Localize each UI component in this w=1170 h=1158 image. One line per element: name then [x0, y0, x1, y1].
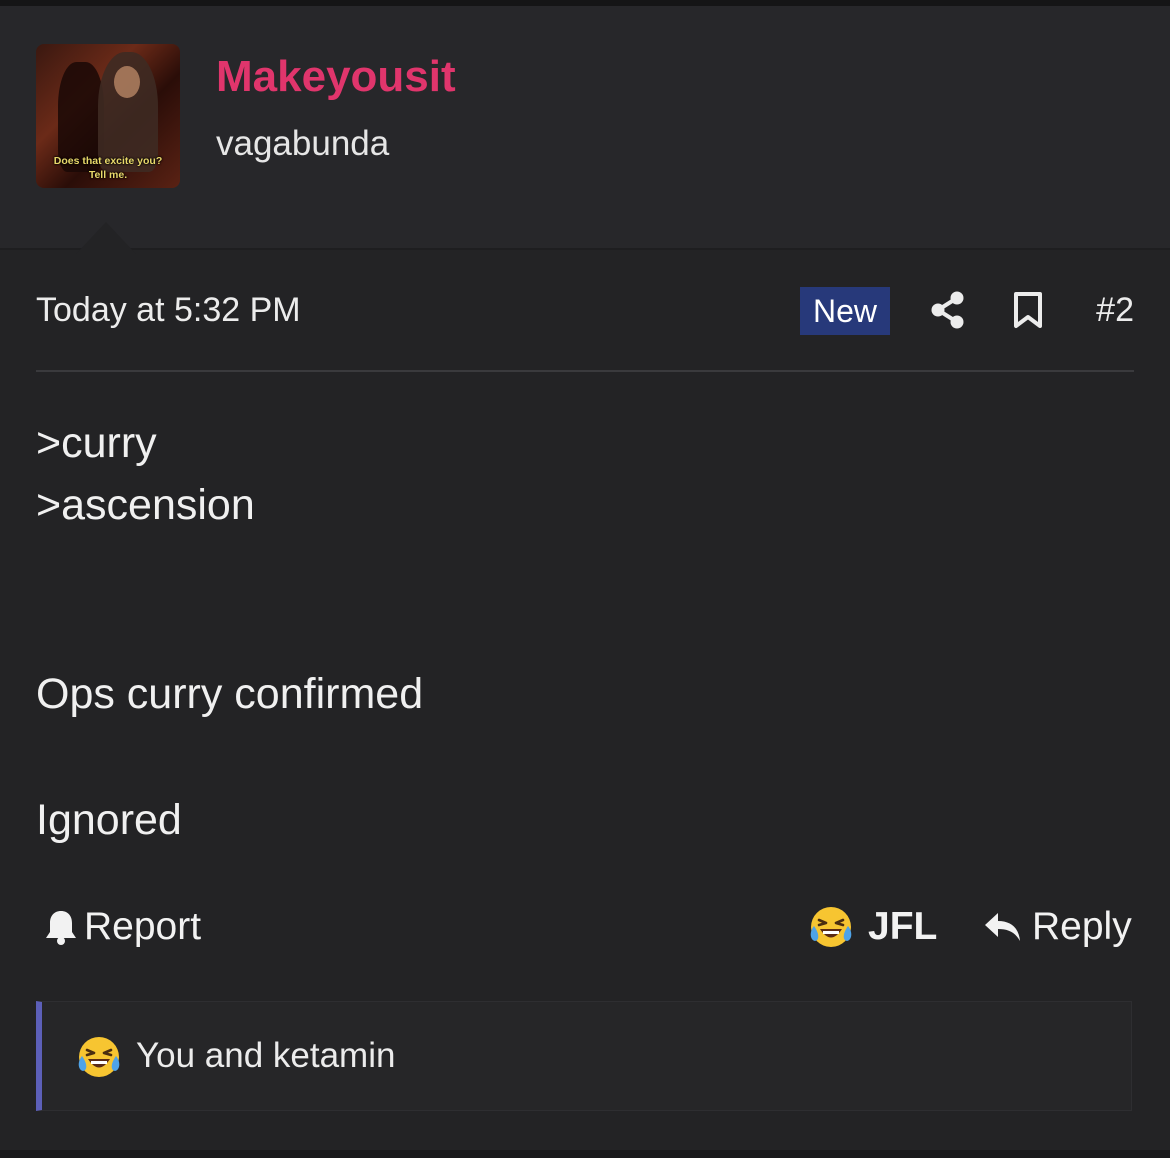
post-arrow-notch: [76, 222, 136, 254]
post-body-line: Ignored: [36, 796, 182, 844]
username-link[interactable]: Makeyousit: [216, 52, 456, 102]
post-header-divider: [36, 370, 1134, 372]
laughing-tears-emoji-icon: [78, 1037, 120, 1077]
reply-button[interactable]: Reply: [984, 904, 1132, 950]
post-body-line: Ops curry confirmed: [36, 670, 424, 718]
reactions-summary-bar[interactable]: You and ketamin: [36, 1001, 1132, 1111]
reply-label: Reply: [1032, 905, 1132, 948]
post-date[interactable]: Today at 5:32 PM: [36, 290, 301, 330]
jfl-reaction-button[interactable]: JFL: [808, 904, 937, 950]
share-button[interactable]: [926, 288, 970, 332]
report-link[interactable]: Report: [44, 904, 201, 950]
new-badge: New: [800, 287, 890, 335]
jfl-label: JFL: [868, 905, 938, 948]
user-avatar[interactable]: Does that excite you? Tell me.: [36, 44, 180, 188]
avatar-caption-line-2: Tell me.: [88, 169, 128, 181]
avatar-caption-line-1: Does that excite you?: [53, 155, 163, 167]
user-title: vagabunda: [216, 124, 390, 163]
share-icon: [931, 291, 964, 329]
bookmark-icon: [1014, 292, 1042, 328]
message-user-header: Does that excite you? Tell me. Makeyousi…: [0, 6, 1170, 254]
avatar-caption: Does that excite you? Tell me.: [36, 154, 180, 182]
reactions-summary-text[interactable]: You and ketamin: [136, 1036, 395, 1076]
bell-icon: [46, 911, 76, 945]
reply-arrow-icon: [985, 913, 1020, 941]
laughing-tears-emoji-icon: [810, 907, 852, 947]
post-permalink-number[interactable]: #2: [1080, 290, 1134, 330]
report-label: Report: [84, 905, 202, 948]
post-body-line: >curry: [36, 419, 157, 467]
avatar-face: [114, 66, 140, 98]
post-body-line: >ascension: [36, 481, 255, 529]
bottom-divider: [0, 1150, 1170, 1158]
bookmark-button[interactable]: [1008, 288, 1048, 332]
